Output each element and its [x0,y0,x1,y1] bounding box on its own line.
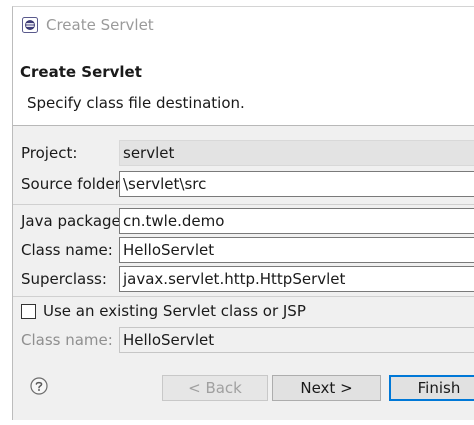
use-existing-label[interactable]: Use an existing Servlet class or JSP [43,302,306,320]
source-folder-input[interactable]: \servlet\src [119,171,474,197]
class-name-input[interactable]: HelloServlet [119,237,474,263]
superclass-label: Superclass: [21,270,107,288]
eclipse-wizard-icon [22,17,38,33]
project-field: servlet [119,140,474,166]
project-label: Project: [21,144,78,162]
class-name-label: Class name: [21,241,113,259]
form-area: Project: servlet Source folder: \servlet… [13,126,474,361]
create-servlet-dialog: Create Servlet Create Servlet Specify cl… [12,6,474,420]
existing-class-name-label: Class name: [21,331,113,349]
next-button[interactable]: Next > [272,375,381,401]
back-button: < Back [162,375,268,401]
wizard-banner: Create Servlet Specify class file destin… [13,43,474,125]
existing-class-name-input: HelloServlet [119,327,474,353]
use-existing-checkbox[interactable] [21,304,36,319]
group-divider [13,296,474,297]
source-folder-label: Source folder: [21,175,126,193]
page-description: Specify class file destination. [27,94,245,112]
group-divider [13,204,474,205]
help-question-icon[interactable] [30,377,48,395]
superclass-input[interactable]: javax.servlet.http.HttpServlet [119,266,474,292]
java-package-input[interactable]: cn.twle.demo [119,208,474,234]
java-package-label: Java package: [21,212,126,230]
window-title: Create Servlet [46,16,154,34]
page-title: Create Servlet [20,63,142,81]
finish-button[interactable]: Finish [389,375,474,401]
title-bar: Create Servlet [13,7,474,43]
